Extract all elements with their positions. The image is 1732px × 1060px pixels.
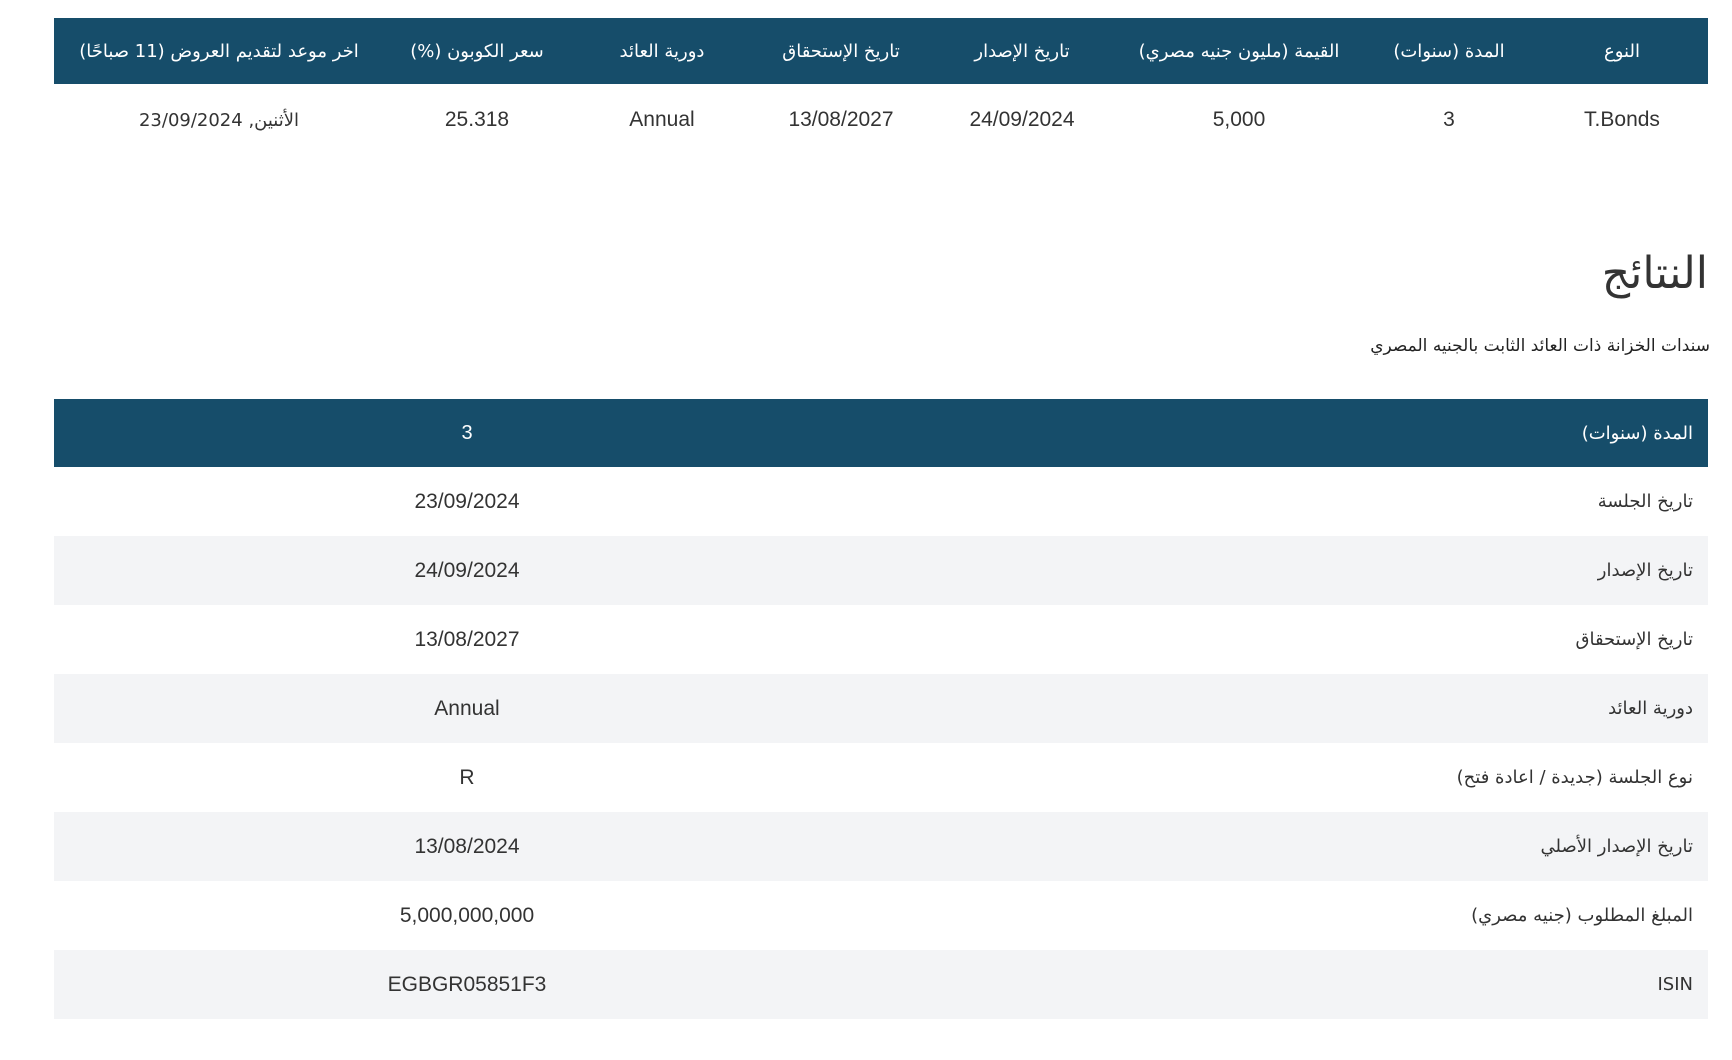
offering-coupon-rate: 25.318 <box>444 108 510 131</box>
offering-header-coupon-rate: سعر الكوبون (%) <box>410 40 544 62</box>
results-row-value: 5,000,000,000 <box>399 903 535 927</box>
results-row-value: 13/08/2024 <box>414 834 520 858</box>
results-row-label: ISIN <box>1657 974 1693 995</box>
offering-coupon-frequency: Annual <box>629 108 695 131</box>
results-row-value: 13/08/2027 <box>414 627 520 651</box>
offering-header-type: النوع <box>1604 40 1640 62</box>
results-row-label: تاريخ الإستحقاق <box>1575 629 1694 650</box>
offering-type: T.Bonds <box>1584 108 1660 131</box>
results-table: المدة (سنوات) 3 تاريخ الجلسة 23/09/2024 … <box>54 399 1708 1019</box>
offering-amount: 5,000 <box>1212 108 1266 131</box>
offering-maturity-date: 13/08/2027 <box>788 108 894 131</box>
results-row-label: تاريخ الجلسة <box>1597 491 1693 512</box>
results-row-label: تاريخ الإصدار الأصلي <box>1540 836 1693 857</box>
offering-issue-date: 24/09/2024 <box>969 108 1075 131</box>
offering-header-tenor: المدة (سنوات) <box>1393 40 1505 62</box>
table-row: تاريخ الإصدار 24/09/2024 <box>54 536 1708 605</box>
offering-header-amount: القيمة (مليون جنيه مصري) <box>1138 40 1340 62</box>
table-row: ISIN EGBGR05851F3 <box>54 950 1708 1019</box>
table-row: المبلغ المطلوب (جنيه مصري) 5,000,000,000 <box>54 881 1708 950</box>
page-content: النوع المدة (سنوات) القيمة (مليون جنيه م… <box>54 18 1710 1019</box>
results-row-label: نوع الجلسة (جديدة / اعادة فتح) <box>1456 767 1693 788</box>
results-row-value: 23/09/2024 <box>414 489 520 513</box>
offering-header-issue-date: تاريخ الإصدار <box>974 40 1070 62</box>
results-header-row: المدة (سنوات) 3 <box>54 399 1708 467</box>
table-row: تاريخ الإستحقاق 13/08/2027 <box>54 605 1708 674</box>
results-row-value: Annual <box>434 696 500 720</box>
offering-tenor: 3 <box>1443 108 1455 131</box>
results-header-label: المدة (سنوات) <box>1581 422 1693 444</box>
results-row-value: EGBGR05851F3 <box>387 972 547 996</box>
offering-table: النوع المدة (سنوات) القيمة (مليون جنيه م… <box>54 18 1708 156</box>
results-title: النتائج <box>1601 248 1708 299</box>
results-subtitle: سندات الخزانة ذات العائد الثابت بالجنيه … <box>1370 336 1710 356</box>
table-row: نوع الجلسة (جديدة / اعادة فتح) R <box>54 743 1708 812</box>
offering-deadline: الأثنين, 23/09/2024 <box>138 109 300 131</box>
results-row-value: 24/09/2024 <box>414 558 520 582</box>
offering-header-maturity-date: تاريخ الإستحقاق <box>782 40 900 62</box>
results-row-label: تاريخ الإصدار <box>1597 560 1693 581</box>
table-row: تاريخ الجلسة 23/09/2024 <box>54 467 1708 536</box>
offering-header-deadline: اخر موعد لتقديم العروض (11 صباحًا) <box>79 40 359 62</box>
results-row-label: دورية العائد <box>1608 698 1693 719</box>
table-row: T.Bonds 3 5,000 24/09/2024 13/08/2027 An… <box>54 84 1708 156</box>
table-row: دورية العائد Annual <box>54 674 1708 743</box>
results-row-label: المبلغ المطلوب (جنيه مصري) <box>1471 905 1693 926</box>
offering-header-coupon-frequency: دورية العائد <box>619 40 705 62</box>
offering-header-row: النوع المدة (سنوات) القيمة (مليون جنيه م… <box>54 18 1708 84</box>
results-row-value: R <box>459 765 475 789</box>
results-header-value: 3 <box>461 421 473 444</box>
table-row: تاريخ الإصدار الأصلي 13/08/2024 <box>54 812 1708 881</box>
